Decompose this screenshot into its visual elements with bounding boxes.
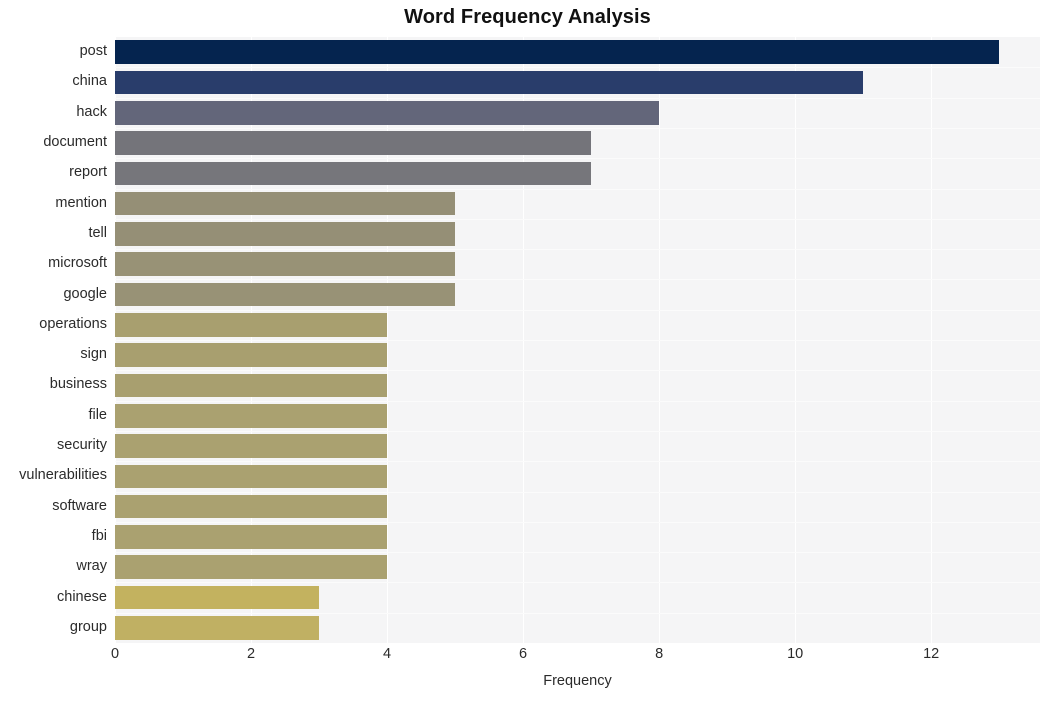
y-gridline bbox=[115, 370, 1040, 372]
y-label-vulnerabilities: vulnerabilities bbox=[19, 467, 107, 484]
bar-hack bbox=[115, 100, 660, 125]
x-tick-8: 8 bbox=[655, 646, 664, 662]
y-label-report: report bbox=[69, 164, 107, 181]
bar-row bbox=[115, 434, 1040, 458]
y-label-group: group bbox=[69, 618, 107, 635]
bar-software bbox=[115, 494, 388, 519]
bar-chinese bbox=[115, 585, 320, 610]
bar-google bbox=[115, 282, 456, 307]
bar-row bbox=[115, 555, 1040, 580]
y-label-chinese: chinese bbox=[57, 588, 107, 605]
bar-row bbox=[115, 70, 1040, 95]
y-gridline bbox=[115, 612, 1040, 614]
bar-row bbox=[115, 161, 1040, 186]
y-label-security: security bbox=[57, 437, 107, 454]
y-gridline bbox=[115, 461, 1040, 463]
bar-business bbox=[115, 373, 388, 398]
bar-row bbox=[115, 616, 1040, 640]
y-gridline bbox=[115, 309, 1040, 311]
y-label-fbi: fbi bbox=[91, 527, 107, 544]
y-gridline bbox=[115, 552, 1040, 554]
bar-row bbox=[115, 585, 1040, 610]
y-label-file: file bbox=[88, 406, 107, 423]
bar-document bbox=[115, 131, 592, 155]
y-gridline bbox=[115, 188, 1040, 190]
y-gridline bbox=[115, 97, 1040, 99]
y-label-operations: operations bbox=[39, 315, 107, 332]
y-gridline bbox=[115, 400, 1040, 402]
y-label-post: post bbox=[79, 43, 107, 60]
bar-sign bbox=[115, 343, 388, 367]
bar-row bbox=[115, 282, 1040, 307]
bar-row bbox=[115, 525, 1040, 549]
bar-row bbox=[115, 494, 1040, 519]
word-frequency-bar-chart: Word Frequency Analysis post china hack doc… bbox=[0, 0, 1055, 701]
y-gridline bbox=[115, 521, 1040, 523]
bar-row bbox=[115, 464, 1040, 489]
bar-row bbox=[115, 131, 1040, 155]
chart-title: Word Frequency Analysis bbox=[404, 6, 651, 28]
bar-post bbox=[115, 40, 1000, 64]
y-label-tell: tell bbox=[88, 224, 107, 241]
x-tick-4: 4 bbox=[383, 646, 392, 662]
x-tick-10: 10 bbox=[787, 646, 804, 662]
bar-row bbox=[115, 40, 1040, 64]
y-label-document: document bbox=[43, 134, 107, 151]
bar-row bbox=[115, 252, 1040, 277]
bar-row bbox=[115, 100, 1040, 125]
y-gridline bbox=[115, 340, 1040, 341]
bar-wray bbox=[115, 555, 388, 580]
y-gridline bbox=[115, 279, 1040, 281]
bar-row bbox=[115, 191, 1040, 216]
x-tick-0: 0 bbox=[110, 646, 120, 662]
bar-mention bbox=[115, 191, 456, 216]
bar-fbi bbox=[115, 525, 388, 549]
bar-china bbox=[115, 70, 864, 95]
bar-row bbox=[115, 313, 1040, 337]
bar-operations bbox=[115, 313, 388, 337]
y-label-google: google bbox=[63, 285, 107, 302]
bar-row bbox=[115, 373, 1040, 398]
bar-tell bbox=[115, 222, 456, 246]
plot-area bbox=[115, 37, 1040, 643]
bar-report bbox=[115, 161, 592, 186]
bar-group bbox=[115, 616, 320, 640]
y-label-software: software bbox=[52, 497, 107, 514]
x-tick-12: 12 bbox=[923, 646, 940, 662]
x-tick-2: 2 bbox=[246, 646, 256, 662]
y-label-business: business bbox=[49, 376, 107, 393]
x-tick-6: 6 bbox=[519, 646, 528, 662]
bar-file bbox=[115, 403, 388, 428]
y-label-sign: sign bbox=[80, 346, 107, 363]
y-gridline bbox=[115, 430, 1040, 432]
y-gridline bbox=[115, 249, 1040, 251]
y-gridline bbox=[115, 582, 1040, 584]
bar-microsoft bbox=[115, 252, 456, 277]
bar-row bbox=[115, 343, 1040, 367]
y-gridline bbox=[115, 67, 1040, 69]
y-label-microsoft: microsoft bbox=[48, 255, 107, 272]
bar-vulnerabilities bbox=[115, 464, 388, 489]
x-axis-tick-labels: 0 2 4 6 8 10 12 bbox=[0, 646, 1055, 672]
y-label-hack: hack bbox=[76, 103, 107, 120]
y-gridline bbox=[115, 491, 1040, 493]
y-axis-category-labels: post china hack document report mention tell mi… bbox=[0, 37, 107, 643]
bar-row bbox=[115, 403, 1040, 428]
y-label-mention: mention bbox=[55, 194, 107, 211]
y-gridline bbox=[115, 158, 1040, 160]
y-gridline bbox=[115, 127, 1040, 129]
bar-security bbox=[115, 434, 388, 458]
y-gridline bbox=[115, 218, 1040, 220]
bar-row bbox=[115, 222, 1040, 246]
x-axis-title: Frequency bbox=[543, 673, 612, 689]
y-label-wray: wray bbox=[76, 558, 107, 575]
y-label-china: china bbox=[72, 73, 107, 90]
